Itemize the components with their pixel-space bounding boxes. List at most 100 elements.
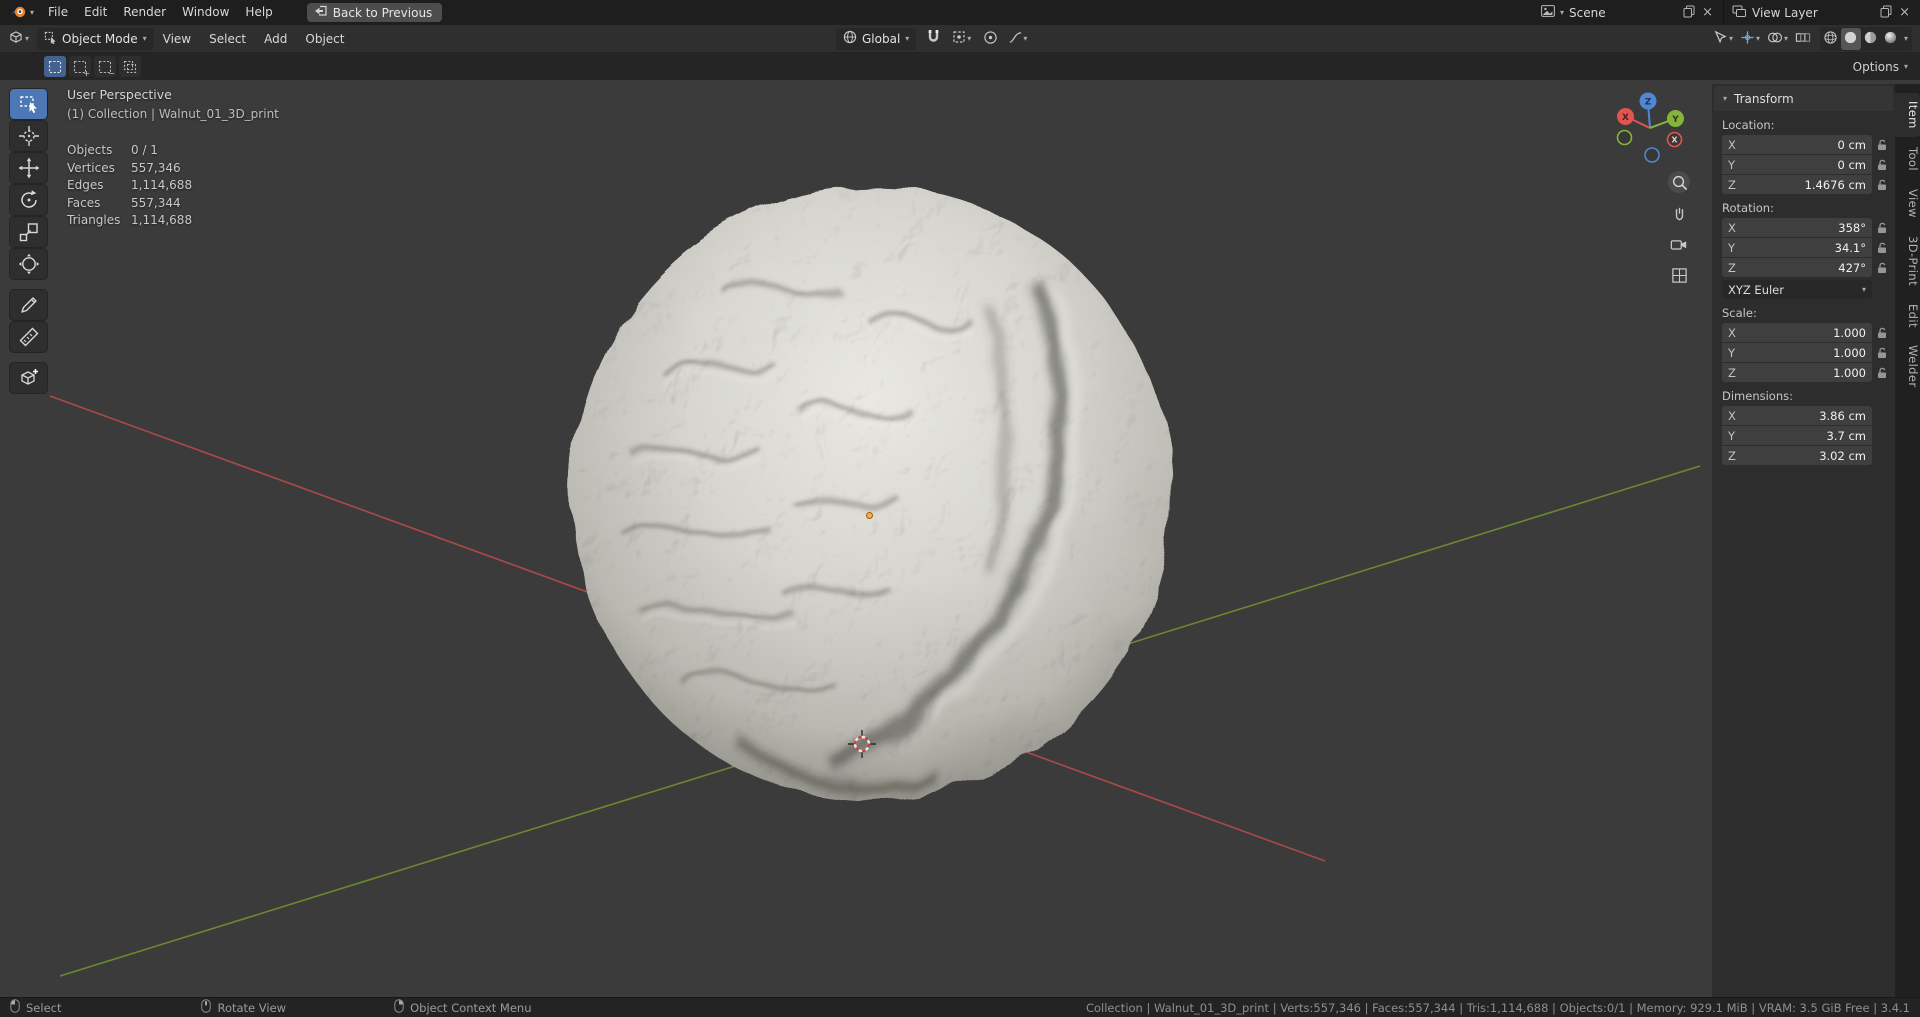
menu-add[interactable]: Add (255, 25, 296, 53)
shading-rendered-button[interactable] (1881, 28, 1901, 50)
lock-icon[interactable] (1872, 262, 1891, 274)
navigation-gizmo[interactable]: Z X Y X (1604, 82, 1696, 174)
lock-icon[interactable] (1872, 139, 1891, 151)
tab-view[interactable]: View (1895, 181, 1920, 226)
menu-edit[interactable]: Edit (76, 0, 115, 25)
scale-x-field[interactable]: X 1.000 (1722, 323, 1872, 342)
proportional-editing-toggle[interactable] (980, 28, 1000, 50)
unlink-scene-icon[interactable]: × (1700, 5, 1715, 20)
view-layer-name[interactable]: View Layer (1752, 6, 1875, 20)
remove-view-layer-icon[interactable]: × (1897, 5, 1912, 20)
transform-panel-header[interactable]: ▾ Transform (1714, 86, 1893, 111)
menu-select[interactable]: Select (200, 25, 255, 53)
snap-settings-dropdown[interactable]: ▾ (950, 28, 973, 50)
orientation-label: Global (862, 31, 901, 46)
dimensions-y-field[interactable]: Y 3.7 cm (1722, 426, 1872, 445)
menu-render[interactable]: Render (115, 0, 174, 25)
orientation-dropdown[interactable]: Global ▾ (836, 27, 917, 50)
tab-welder[interactable]: Welder (1895, 337, 1920, 395)
rotation-mode-row: XYZ Euler ▾ (1722, 280, 1891, 299)
tool-move[interactable] (10, 153, 47, 183)
shading-wireframe-button[interactable] (1821, 28, 1841, 50)
menu-view[interactable]: View (154, 25, 200, 53)
scale-z-field[interactable]: Z 1.000 (1722, 363, 1872, 382)
proportional-falloff-dropdown[interactable]: ▾ (1007, 28, 1029, 50)
view-name: User Perspective (67, 87, 172, 102)
lock-icon[interactable] (1872, 179, 1891, 191)
walnut-3d-model[interactable] (540, 171, 1200, 831)
tool-select-box[interactable] (10, 89, 47, 119)
rotation-y-field[interactable]: Y 34.1° (1722, 238, 1872, 257)
new-view-layer-icon[interactable] (1880, 5, 1892, 21)
menu-object[interactable]: Object (296, 25, 353, 53)
camera-view-button[interactable] (1668, 233, 1690, 255)
scale-y-field[interactable]: Y 1.000 (1722, 343, 1872, 362)
lock-icon[interactable] (1872, 327, 1891, 339)
zoom-button[interactable] (1668, 171, 1690, 193)
back-to-previous-button[interactable]: Back to Previous (306, 3, 443, 22)
tool-annotate[interactable] (10, 290, 47, 320)
tool-add-cube[interactable] (10, 363, 47, 393)
chevron-down-icon: ▾ (1903, 33, 1908, 43)
snap-toggle[interactable] (923, 28, 943, 50)
editor-type-button[interactable]: ▾ (6, 28, 31, 50)
show-gizmos-dropdown[interactable]: ▾ (1738, 28, 1762, 50)
tool-scale[interactable] (10, 217, 47, 247)
rotation-x-field[interactable]: X 358° (1722, 218, 1872, 237)
lock-icon[interactable] (1872, 367, 1891, 379)
shading-material-button[interactable] (1861, 28, 1881, 50)
tool-measure[interactable] (10, 322, 47, 352)
options-dropdown[interactable]: Options ▾ (1853, 60, 1908, 74)
location-x-field[interactable]: X0 cm (1722, 135, 1872, 154)
tab-tool[interactable]: Tool (1895, 139, 1920, 179)
chevron-down-icon: ▾ (25, 33, 30, 43)
select-mode-subtract-button[interactable]: − (94, 56, 116, 78)
location-z-field[interactable]: Z 1.4676 cm (1722, 175, 1872, 194)
object-origin-point[interactable] (866, 512, 873, 519)
tool-rotate[interactable] (10, 185, 47, 215)
scene-name[interactable]: Scene (1569, 6, 1678, 20)
pan-hand-button[interactable] (1668, 202, 1690, 224)
gizmo-z-negative[interactable] (1644, 147, 1660, 163)
dimensions-x-field[interactable]: X 3.86 cm (1722, 406, 1872, 425)
select-mode-intersect-button[interactable] (119, 56, 141, 77)
gizmo-y-negative[interactable] (1616, 129, 1633, 146)
active-collection-path: (1) Collection | Walnut_01_3D_print (67, 107, 279, 121)
view-layer-selector[interactable]: View Layer × (1724, 0, 1920, 25)
snap-target-icon (952, 30, 966, 47)
magnet-icon (926, 29, 941, 48)
mode-dropdown[interactable]: Object Mode ▾ (37, 27, 154, 50)
tool-transform[interactable] (10, 249, 47, 279)
tool-cursor[interactable] (10, 121, 47, 151)
lock-icon[interactable] (1872, 222, 1891, 234)
select-mode-set-button[interactable] (44, 56, 66, 77)
viewport-3d[interactable]: User Perspective (1) Collection | Walnut… (0, 81, 1920, 997)
tab-item[interactable]: Item (1895, 93, 1920, 137)
stat-row: Objects 0 / 1 (67, 142, 279, 160)
rotation-mode-dropdown[interactable]: XYZ Euler ▾ (1722, 280, 1872, 299)
menu-window[interactable]: Window (174, 0, 237, 25)
menu-file[interactable]: File (40, 0, 76, 25)
tab-edit[interactable]: Edit (1895, 296, 1920, 336)
select-mode-extend-button[interactable]: + (69, 56, 91, 78)
lock-icon[interactable] (1872, 347, 1891, 359)
lock-icon[interactable] (1872, 159, 1891, 171)
show-overlays-dropdown[interactable]: ▾ (1765, 28, 1790, 50)
lock-icon[interactable] (1872, 242, 1891, 254)
svg-text:X: X (1622, 113, 1629, 123)
shading-solid-button[interactable] (1840, 27, 1861, 50)
chevron-down-icon: ▾ (1903, 61, 1908, 71)
new-scene-icon[interactable] (1683, 5, 1695, 21)
location-y-field[interactable]: Y0 cm (1722, 155, 1872, 174)
xray-toggle[interactable] (1793, 28, 1813, 50)
tab-3d-print[interactable]: 3D-Print (1895, 228, 1920, 294)
ortho-grid-button[interactable] (1668, 264, 1690, 286)
scene-selector[interactable]: ▾ Scene × (1533, 0, 1723, 25)
menu-help[interactable]: Help (237, 0, 280, 25)
dimensions-z-field[interactable]: Z 3.02 cm (1722, 446, 1872, 465)
object-visibility-dropdown[interactable]: ▾ (1711, 28, 1735, 50)
svg-text:Z: Z (1645, 97, 1652, 107)
rotation-z-field[interactable]: Z 427° (1722, 258, 1872, 277)
blender-menu-button[interactable]: ▾ (0, 0, 40, 25)
dimensions-label: Dimensions: (1722, 389, 1793, 403)
